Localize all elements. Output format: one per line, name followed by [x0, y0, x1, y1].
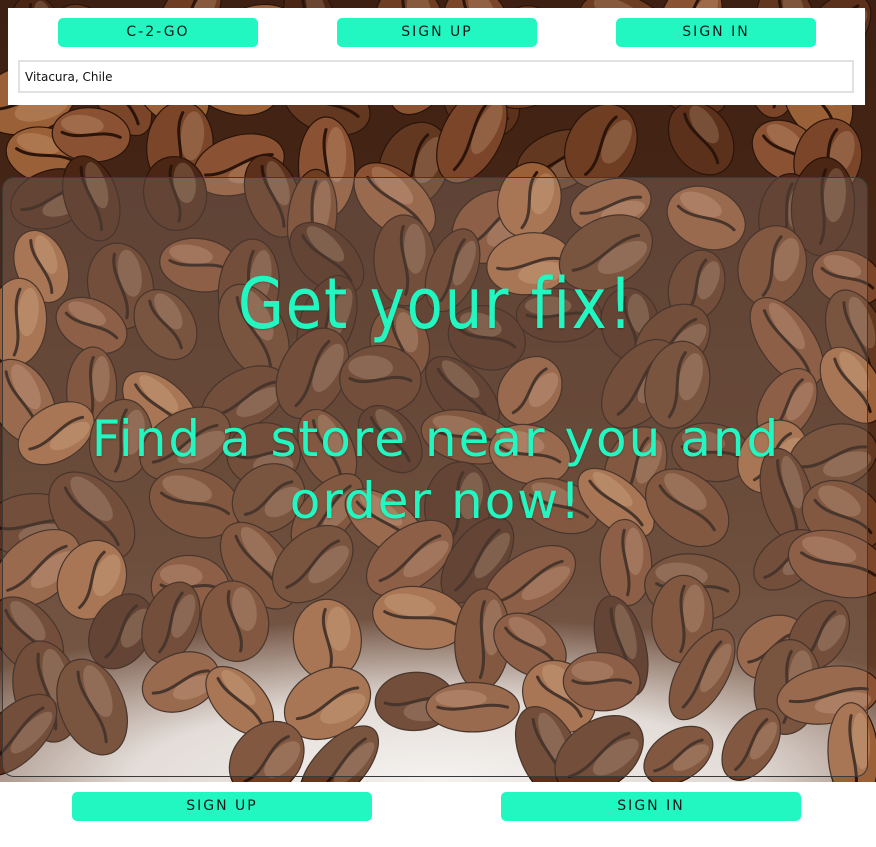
hero-title: Get your fix! [237, 263, 635, 345]
hero-subtitle: Find a store near you and order now! [91, 410, 781, 530]
location-input[interactable] [18, 60, 854, 93]
signin-button-top[interactable]: SIGN IN [616, 18, 816, 47]
bottom-actions: SIGN UP SIGN IN [0, 782, 876, 847]
brand-button[interactable]: C-2-GO [58, 18, 258, 47]
signup-button-top[interactable]: SIGN UP [337, 18, 537, 47]
signup-button-bottom[interactable]: SIGN UP [72, 792, 372, 821]
signin-button-bottom[interactable]: SIGN IN [501, 792, 801, 821]
hero-panel: Get your fix! Find a store near you and … [2, 177, 868, 777]
top-header: C-2-GO SIGN UP SIGN IN [8, 8, 865, 105]
